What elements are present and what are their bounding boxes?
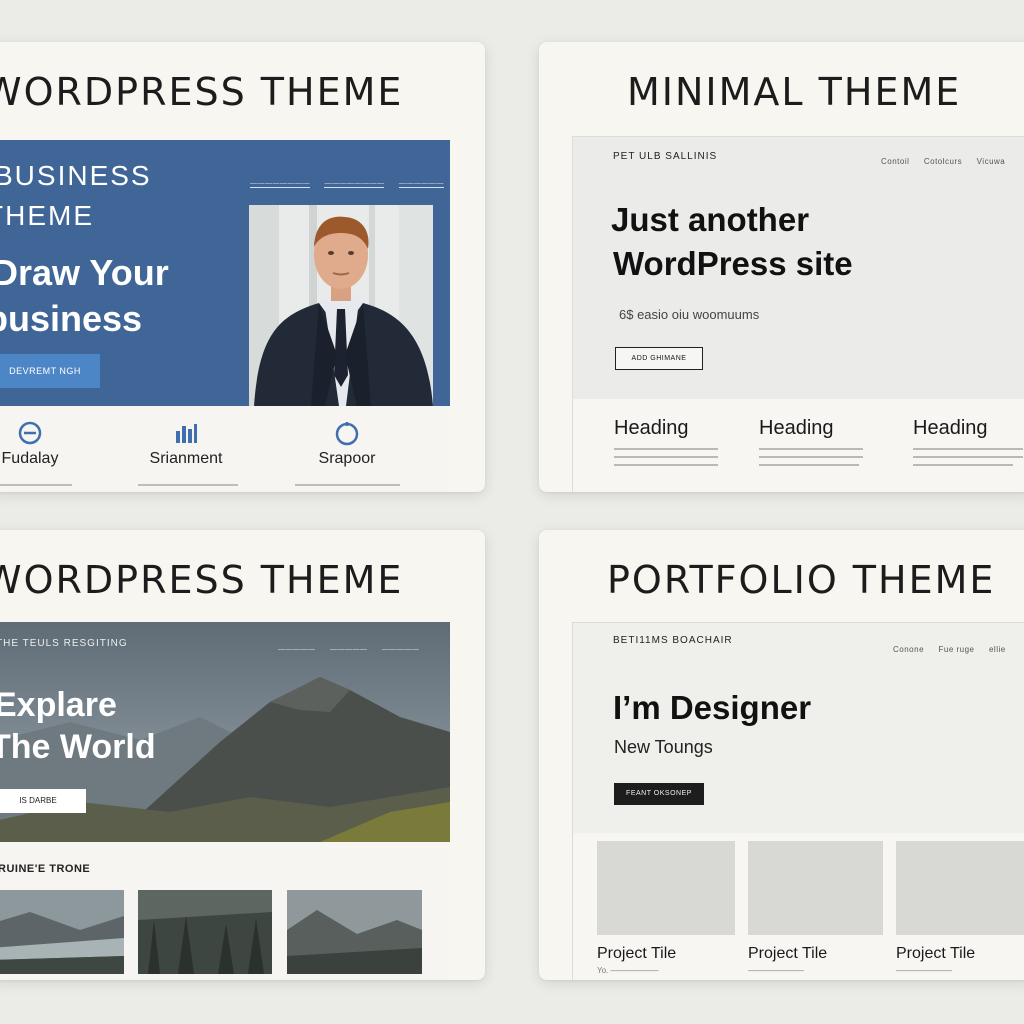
project-card[interactable]: Project Tile Yo. ——————: [597, 841, 735, 975]
hero-heading: Draw Your: [0, 252, 169, 293]
card-title: WORDPRESS THEME: [0, 558, 404, 602]
site-name: THE TEULS RESGITING: [0, 638, 128, 649]
feature-label: Srianment: [149, 450, 223, 467]
explore-theme-card[interactable]: WORDPRESS THEME THE TEULS RESGITING ————…: [0, 530, 485, 980]
hero-heading: Just another: [611, 201, 810, 238]
hero-heading: The World: [0, 728, 156, 766]
minimal-theme-card[interactable]: MINIMAL THEME PET ULB SALLINIS Contoil C…: [539, 42, 1024, 492]
project-meta: ———————: [896, 966, 952, 975]
business-hero: ———————— ———————— —————— BUSINESS THEME …: [0, 140, 450, 406]
minimal-hero: PET ULB SALLINIS Contoil Cotolcurs Vicuw…: [573, 137, 1024, 399]
nav-link[interactable]: —————: [382, 646, 420, 653]
project-card[interactable]: Project Tile ———————: [748, 841, 883, 975]
hero-heading: WordPress site: [613, 245, 853, 282]
section-title: RUINE'E TRONE: [0, 863, 91, 875]
bar-chart-icon: [176, 424, 197, 443]
hero-heading: I’m Designer: [613, 689, 812, 726]
project-thumbnail: [896, 841, 1024, 935]
minimal-nav: Contoil Cotolcurs Vicuwa: [871, 151, 1005, 169]
hero-heading: business: [0, 298, 143, 339]
circle-icon: [335, 422, 359, 446]
card-title: WORDPRESS THEME: [0, 70, 404, 114]
hero-button[interactable]: FEANT OKSONEP: [614, 783, 704, 805]
hero-cta-button[interactable]: DEVREMT NGH: [0, 354, 100, 388]
hero-button[interactable]: IS DARBE: [0, 789, 86, 813]
nav-link[interactable]: Conone: [893, 645, 924, 654]
site-name: PET ULB SALLINIS: [613, 151, 718, 162]
portfolio-theme-card[interactable]: PORTFOLIO THEME BETI11MS BOACHAIR Conone…: [539, 530, 1024, 980]
site-name: BETI11MS BOACHAIR: [613, 635, 733, 646]
nav-link[interactable]: —————: [330, 646, 368, 653]
business-nav: ———————— ———————— ——————: [240, 172, 444, 190]
feature-label: Srapoor: [318, 450, 376, 467]
hero-tag-line: BUSINESS: [0, 160, 152, 191]
explore-nav: ————— ————— —————: [268, 638, 419, 656]
project-title: Project Tile: [748, 945, 828, 962]
portfolio-nav: Conone Fue ruge ellie: [883, 639, 1006, 657]
nav-link[interactable]: ————————: [324, 180, 385, 188]
column-text: [759, 448, 879, 466]
minimal-preview: PET ULB SALLINIS Contoil Cotolcurs Vicuw…: [572, 136, 1024, 492]
nav-link[interactable]: Vicuwa: [977, 157, 1006, 166]
nav-link[interactable]: ——————: [398, 180, 444, 188]
feature-label: Fudalay: [1, 450, 59, 467]
portfolio-preview: BETI11MS BOACHAIR Conone Fue ruge ellie …: [572, 622, 1024, 980]
project-title: Project Tile: [896, 945, 976, 962]
column-text: [913, 448, 1024, 466]
feature-item: Fudalay: [0, 420, 80, 468]
nav-link[interactable]: Fue ruge: [938, 645, 974, 654]
portfolio-hero: BETI11MS BOACHAIR Conone Fue ruge ellie …: [573, 623, 1024, 833]
column-text: [614, 448, 734, 466]
gallery-image[interactable]: [138, 890, 272, 974]
gallery-image[interactable]: [287, 890, 422, 974]
column-heading: Heading: [759, 417, 834, 439]
hero-tagline: 6$ easio oiu woomuums: [619, 307, 760, 322]
project-thumbnail: [597, 841, 735, 935]
gallery-image[interactable]: [0, 890, 124, 974]
hero-heading: Explare: [0, 686, 117, 724]
column: Heading: [759, 417, 879, 472]
target-icon: [18, 421, 42, 445]
feature-item: Srianment: [136, 420, 236, 468]
project-thumbnail: [748, 841, 883, 935]
nav-link[interactable]: —————: [278, 646, 316, 653]
business-preview: ———————— ———————— —————— BUSINESS THEME …: [0, 140, 450, 492]
project-meta: ———————: [748, 966, 804, 975]
hero-photo: [249, 205, 433, 406]
feature-item: Srapoor: [297, 420, 397, 468]
explore-hero: THE TEULS RESGITING ————— ————— ————— Ex…: [0, 622, 450, 842]
project-card[interactable]: Project Tile ———————: [896, 841, 1024, 975]
project-meta: Yo. ——————: [597, 966, 659, 975]
hero-tag-line: THEME: [0, 200, 94, 231]
nav-link[interactable]: ————————: [250, 180, 310, 188]
card-title: MINIMAL THEME: [627, 70, 962, 114]
column: Heading: [614, 417, 734, 472]
project-title: Project Tile: [597, 945, 677, 962]
column-heading: Heading: [614, 417, 689, 439]
add-button[interactable]: ADD GHIMANE: [615, 347, 703, 370]
business-theme-card[interactable]: WORDPRESS THEME ———————— ———————— ——————…: [0, 42, 485, 492]
column: Heading: [913, 417, 1024, 472]
card-title: PORTFOLIO THEME: [607, 558, 996, 602]
nav-link[interactable]: ellie: [989, 645, 1006, 654]
nav-link[interactable]: Contoil: [881, 157, 909, 166]
column-heading: Heading: [913, 417, 988, 439]
explore-preview: THE TEULS RESGITING ————— ————— ————— Ex…: [0, 622, 450, 980]
nav-link[interactable]: Cotolcurs: [924, 157, 962, 166]
hero-subheading: New Toungs: [614, 737, 713, 757]
